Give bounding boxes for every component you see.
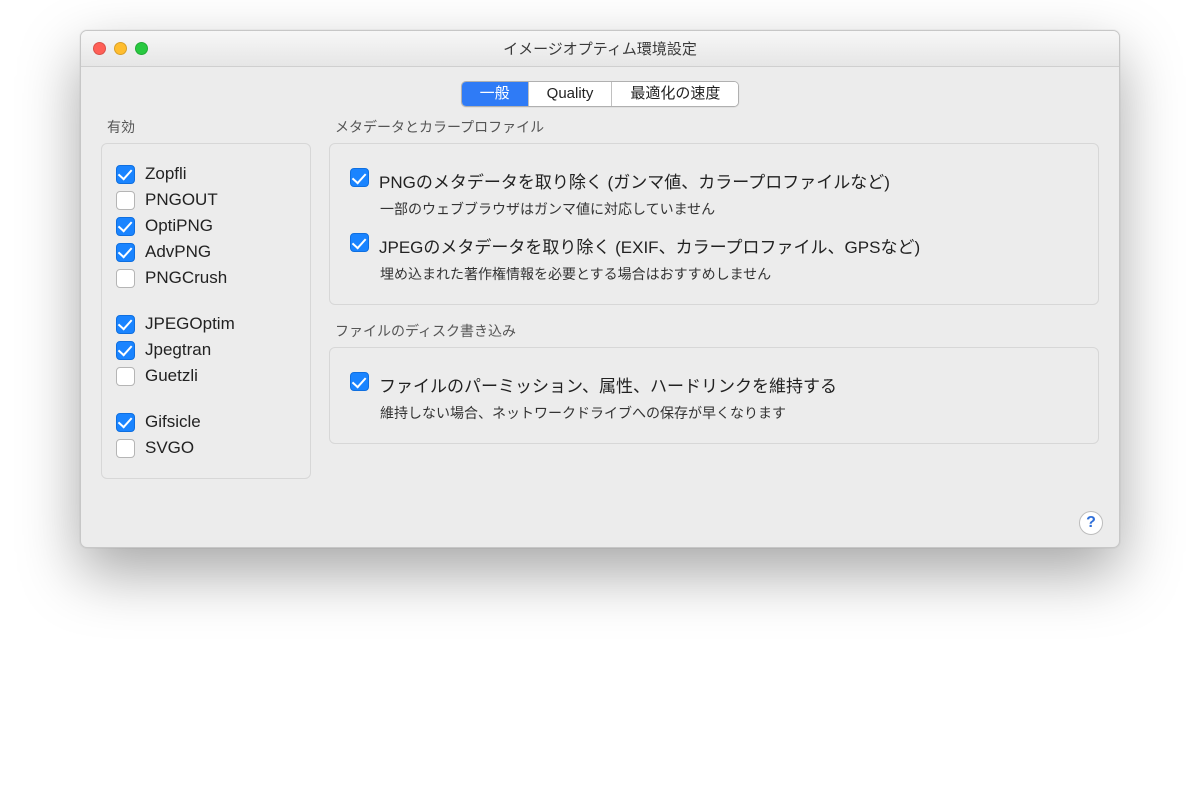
footer: ? [81, 497, 1119, 547]
tab-speed[interactable]: 最適化の速度 [612, 82, 738, 106]
tool-checkbox-pngout[interactable] [116, 191, 135, 210]
tool-label-jpegtran: Jpegtran [145, 340, 211, 360]
tool-label-guetzli: Guetzli [145, 366, 198, 386]
content-area: 有効 Zopfli PNGOUT OptiPNG AdvPNG PNGCrush JPEG… [81, 107, 1119, 497]
tool-checkbox-jpegoptim[interactable] [116, 315, 135, 334]
help-icon: ? [1086, 514, 1096, 532]
strip-png-metadata-label: PNGのメタデータを取り除く (ガンマ値、カラープロファイルなど) [379, 168, 890, 193]
tool-row-zopfli: Zopfli [116, 164, 296, 184]
strip-png-metadata-checkbox[interactable] [350, 168, 369, 187]
metadata-section: メタデータとカラープロファイル PNGのメタデータを取り除く (ガンマ値、カラー… [329, 117, 1099, 305]
strip-jpeg-metadata-checkbox[interactable] [350, 233, 369, 252]
tool-row-pngcrush: PNGCrush [116, 268, 296, 288]
tool-checkbox-pngcrush[interactable] [116, 269, 135, 288]
preserve-permissions-checkbox[interactable] [350, 372, 369, 391]
metadata-box: PNGのメタデータを取り除く (ガンマ値、カラープロファイルなど) 一部のウェブ… [329, 143, 1099, 305]
window-title: イメージオプティム環境設定 [81, 38, 1119, 59]
strip-jpeg-metadata-row: JPEGのメタデータを取り除く (EXIF、カラープロファイル、GPSなど) [350, 233, 1078, 258]
tool-checkbox-advpng[interactable] [116, 243, 135, 262]
tool-label-zopfli: Zopfli [145, 164, 187, 184]
tool-label-pngcrush: PNGCrush [145, 268, 227, 288]
tab-general[interactable]: 一般 [462, 82, 529, 106]
tool-checkbox-gifsicle[interactable] [116, 413, 135, 432]
tool-label-pngout: PNGOUT [145, 190, 218, 210]
tool-row-optipng: OptiPNG [116, 216, 296, 236]
tool-row-gifsicle: Gifsicle [116, 412, 296, 432]
strip-png-metadata-desc: 一部のウェブブラウザはガンマ値に対応していません [380, 199, 1078, 219]
enabled-list: Zopfli PNGOUT OptiPNG AdvPNG PNGCrush JPEGOpt… [101, 143, 311, 479]
strip-jpeg-metadata-label: JPEGのメタデータを取り除く (EXIF、カラープロファイル、GPSなど) [379, 233, 920, 258]
disk-heading: ファイルのディスク書き込み [335, 321, 1099, 341]
enabled-heading: 有効 [107, 117, 311, 137]
tool-row-pngout: PNGOUT [116, 190, 296, 210]
right-column: メタデータとカラープロファイル PNGのメタデータを取り除く (ガンマ値、カラー… [329, 117, 1099, 479]
tool-label-jpegoptim: JPEGOptim [145, 314, 235, 334]
tabs-segmented: 一般 Quality 最適化の速度 [461, 81, 740, 107]
tool-checkbox-svgo[interactable] [116, 439, 135, 458]
tool-row-jpegtran: Jpegtran [116, 340, 296, 360]
tool-label-optipng: OptiPNG [145, 216, 213, 236]
tool-checkbox-optipng[interactable] [116, 217, 135, 236]
enabled-section: 有効 Zopfli PNGOUT OptiPNG AdvPNG PNGCrush JPEG… [101, 117, 311, 479]
tool-row-guetzli: Guetzli [116, 366, 296, 386]
preserve-permissions-desc: 維持しない場合、ネットワークドライブへの保存が早くなります [380, 403, 1078, 423]
tool-row-advpng: AdvPNG [116, 242, 296, 262]
tool-checkbox-jpegtran[interactable] [116, 341, 135, 360]
tab-bar: 一般 Quality 最適化の速度 [81, 67, 1119, 107]
tab-quality[interactable]: Quality [529, 82, 613, 106]
metadata-heading: メタデータとカラープロファイル [335, 117, 1099, 137]
tool-label-gifsicle: Gifsicle [145, 412, 201, 432]
tool-row-jpegoptim: JPEGOptim [116, 314, 296, 334]
tool-checkbox-guetzli[interactable] [116, 367, 135, 386]
preferences-window: イメージオプティム環境設定 一般 Quality 最適化の速度 有効 Zopfl… [80, 30, 1120, 548]
strip-jpeg-metadata-desc: 埋め込まれた著作権情報を必要とする場合はおすすめしません [380, 264, 1078, 284]
preserve-permissions-label: ファイルのパーミッション、属性、ハードリンクを維持する [379, 372, 837, 397]
help-button[interactable]: ? [1079, 511, 1103, 535]
tool-label-svgo: SVGO [145, 438, 194, 458]
disk-box: ファイルのパーミッション、属性、ハードリンクを維持する 維持しない場合、ネットワ… [329, 347, 1099, 444]
tool-label-advpng: AdvPNG [145, 242, 211, 262]
strip-png-metadata-row: PNGのメタデータを取り除く (ガンマ値、カラープロファイルなど) [350, 168, 1078, 193]
disk-section: ファイルのディスク書き込み ファイルのパーミッション、属性、ハードリンクを維持す… [329, 321, 1099, 444]
tool-checkbox-zopfli[interactable] [116, 165, 135, 184]
titlebar: イメージオプティム環境設定 [81, 31, 1119, 67]
preserve-permissions-row: ファイルのパーミッション、属性、ハードリンクを維持する [350, 372, 1078, 397]
tool-row-svgo: SVGO [116, 438, 296, 458]
